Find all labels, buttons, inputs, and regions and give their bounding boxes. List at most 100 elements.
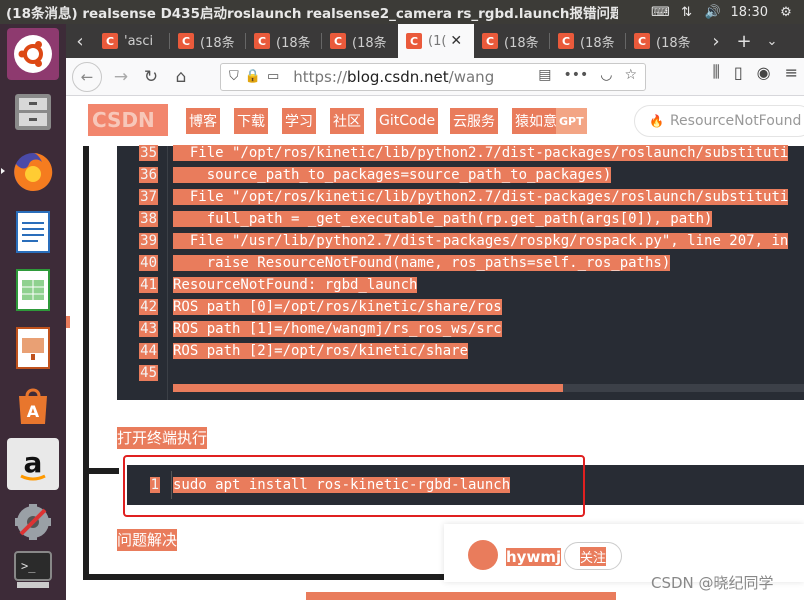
settings-icon[interactable]: ⚙ [778, 4, 794, 20]
csdn-favicon-icon: C [102, 33, 118, 49]
site-header: CSDN 博客 下载 学习 社区 GitCode 云服务 猿如意 GPT 🔥 R… [66, 96, 804, 146]
browser-tab[interactable]: C (18条 [170, 24, 246, 58]
svg-text:>_: >_ [21, 559, 36, 573]
system-tray: ⌨ ⇅ 🔊 18:30 ⚙ [651, 0, 804, 24]
code-line: full_path = _get_executable_path(rp.get_… [173, 211, 713, 227]
svg-text:a: a [24, 446, 43, 479]
permissions-icon[interactable]: ▭ [267, 69, 279, 84]
ubuntu-dash-icon[interactable] [7, 28, 59, 80]
back-icon[interactable]: ← [72, 61, 102, 92]
nav-yuanruyi[interactable]: 猿如意 [512, 108, 560, 134]
page-actions-icon[interactable]: ••• [563, 67, 588, 83]
nav-cloud[interactable]: 云服务 [450, 108, 498, 134]
browser-tab[interactable]: C (18条 [246, 24, 322, 58]
account-icon[interactable]: ◉ [757, 63, 771, 82]
tab-scroll-left-icon[interactable]: ‹ [66, 24, 94, 58]
terminal-icon[interactable]: >_ [7, 542, 59, 594]
clock[interactable]: 18:30 [731, 5, 768, 20]
code-line: ResourceNotFound: rgbd_launch [173, 277, 418, 293]
line-number: 43 [139, 321, 158, 337]
keyboard-icon[interactable]: ⌨ [651, 4, 670, 20]
csdn-favicon-icon: C [634, 33, 650, 49]
nav-community[interactable]: 社区 [330, 108, 364, 134]
code-block-traceback[interactable]: 35 File "/opt/ros/kinetic/lib/python2.7/… [117, 145, 804, 400]
search-text: ResourceNotFound [669, 113, 802, 129]
fire-icon: 🔥 [649, 114, 664, 128]
calc-icon[interactable] [7, 264, 59, 316]
tab-scroll-right-icon[interactable]: › [702, 24, 730, 58]
writer-icon[interactable] [7, 206, 59, 258]
browser-tab[interactable]: C (18条 [474, 24, 550, 58]
url-bar[interactable]: ⛉ 🔒 ▭ https://blog.csdn.net/wangm ▤ ••• … [220, 62, 646, 91]
nav-blog[interactable]: 博客 [186, 108, 220, 134]
close-tab-icon[interactable]: ✕ [450, 33, 462, 49]
volume-icon[interactable]: 🔊 [704, 4, 720, 20]
nav-learn[interactable]: 学习 [282, 108, 316, 134]
csdn-favicon-icon: C [254, 33, 270, 49]
library-icon[interactable]: ⫼ [712, 62, 719, 82]
svg-text:A: A [27, 402, 40, 421]
section-heading-open-terminal: 打开终端执行 [117, 427, 208, 449]
line-number: 38 [139, 211, 158, 227]
sidebar-icon[interactable]: ▯ [734, 63, 743, 82]
impress-icon[interactable] [7, 322, 59, 374]
forward-icon[interactable]: → [106, 62, 136, 92]
scrollbar-thumb[interactable] [173, 384, 563, 392]
tab-label: 'asci [124, 33, 154, 49]
avatar[interactable] [468, 540, 498, 570]
reload-icon[interactable]: ↻ [136, 62, 166, 92]
browser-tab[interactable]: C 'asci [94, 24, 170, 58]
csdn-logo[interactable]: CSDN [88, 104, 168, 136]
code-line: ROS path [2]=/opt/ros/kinetic/share [173, 343, 469, 359]
lock-icon[interactable]: 🔒 [245, 69, 261, 84]
firefox-icon[interactable] [7, 146, 59, 198]
navigation-bar: ← → ↻ ⌂ ⛉ 🔒 ▭ https://blog.csdn.net/wang… [66, 58, 804, 96]
line-number: 36 [139, 167, 158, 183]
csdn-favicon-icon: C [482, 33, 498, 49]
pocket-icon[interactable]: ◡ [600, 67, 612, 83]
tab-strip: ‹ C 'asci C (18条 C (18条 C (18条 C (1(✕ C (18条 C… [66, 24, 804, 58]
highlight-annotation [123, 455, 585, 517]
line-number: 39 [139, 233, 158, 249]
code-line: raise ResourceNotFound(name, ros_paths=s… [173, 255, 671, 271]
tab-label: (18条 [276, 35, 311, 51]
tab-list-icon[interactable]: ⌄ [758, 24, 786, 58]
files-icon[interactable] [7, 86, 59, 138]
line-number: 44 [139, 343, 158, 359]
follow-button[interactable]: 关注 [564, 542, 622, 570]
nav-download[interactable]: 下载 [234, 108, 268, 134]
frame-border-left [83, 146, 89, 578]
system-top-bar: (18条消息) realsense D435启动roslaunch realse… [0, 0, 804, 24]
tab-label: (18条 [656, 35, 691, 51]
csdn-favicon-icon: C [558, 33, 574, 49]
line-number: 40 [139, 255, 158, 271]
bookmark-star-icon[interactable]: ☆ [624, 67, 637, 83]
browser-tab-active[interactable]: C (1(✕ [398, 24, 474, 58]
author-name[interactable]: hywmj [506, 548, 562, 566]
web-page: CSDN 博客 下载 学习 社区 GitCode 云服务 猿如意 GPT 🔥 R… [66, 96, 804, 600]
active-indicator [1, 168, 5, 174]
menu-icon[interactable]: ≡ [785, 63, 798, 82]
search-input[interactable]: 🔥 ResourceNotFound [634, 105, 804, 137]
nav-gitcode[interactable]: GitCode [376, 108, 439, 134]
tab-label: (18条 [580, 35, 615, 51]
nav-gpt[interactable]: GPT [556, 108, 587, 134]
home-icon[interactable]: ⌂ [166, 62, 196, 92]
system-settings-icon[interactable] [7, 496, 59, 548]
amazon-icon[interactable]: a [7, 438, 59, 490]
tab-label: (18条 [504, 35, 539, 51]
browser-tab[interactable]: C (18条 [322, 24, 398, 58]
new-tab-icon[interactable]: + [730, 24, 758, 58]
software-center-icon[interactable]: A [7, 380, 59, 432]
browser-tab[interactable]: C (18条 [626, 24, 702, 58]
shield-icon[interactable]: ⛉ [229, 69, 239, 84]
code-line: File "/opt/ros/kinetic/lib/python2.7/dis… [173, 189, 789, 205]
url-text[interactable]: https://blog.csdn.net/wangm [293, 68, 493, 86]
browser-tab[interactable]: C (18条 [550, 24, 626, 58]
line-number: 42 [139, 299, 158, 315]
section-heading-solved: 问题解决 [117, 529, 178, 551]
line-number: 45 [139, 365, 158, 381]
reader-view-icon[interactable]: ▤ [538, 67, 551, 83]
launcher: A a >_ [0, 24, 66, 600]
network-icon[interactable]: ⇅ [679, 4, 695, 20]
